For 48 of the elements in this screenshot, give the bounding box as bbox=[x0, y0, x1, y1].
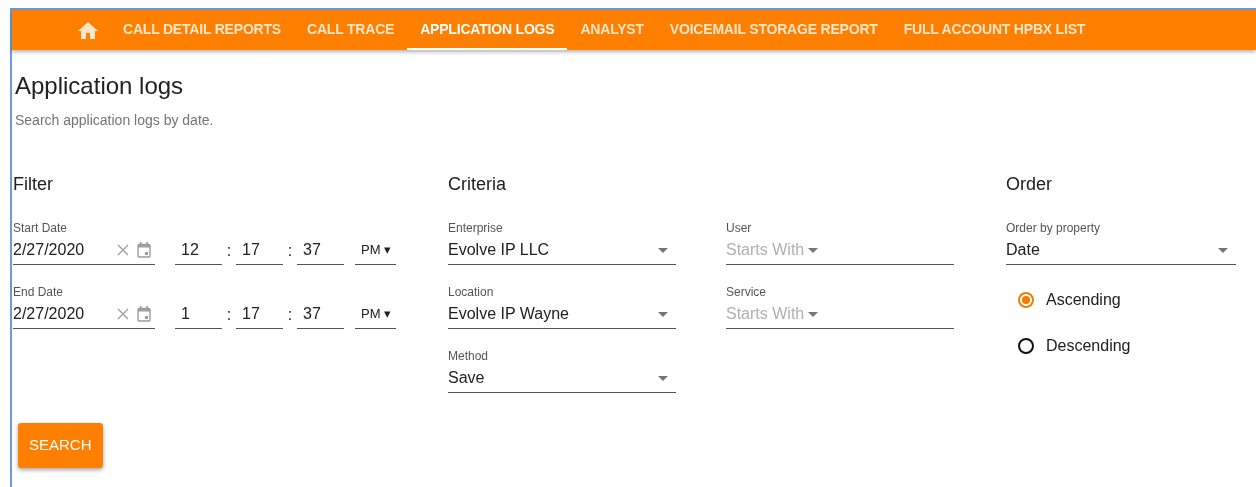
calendar-icon[interactable] bbox=[137, 306, 151, 322]
radio-label: Ascending bbox=[1046, 290, 1121, 310]
time-field[interactable]: 1 bbox=[175, 300, 222, 329]
field-label: Start Date bbox=[13, 221, 69, 236]
meridiem-select[interactable]: PM ▾ bbox=[355, 300, 396, 329]
search-field[interactable]: Starts With bbox=[726, 302, 808, 326]
dropdown-field[interactable]: Save bbox=[448, 364, 676, 393]
time-field[interactable]: 37 bbox=[297, 236, 344, 265]
dropdown-field[interactable]: Date bbox=[1006, 236, 1236, 265]
radio-label: Descending bbox=[1046, 336, 1131, 356]
dropdown-caret-icon[interactable] bbox=[658, 376, 668, 382]
dropdown-caret-icon[interactable] bbox=[658, 248, 668, 254]
section-heading: Filter bbox=[13, 173, 54, 193]
date-input[interactable]: 2/27/2020 bbox=[13, 236, 129, 265]
dropdown-field[interactable]: Evolve IP LLC bbox=[448, 236, 676, 265]
section-heading: Criteria bbox=[448, 173, 507, 193]
field-label: Location bbox=[448, 285, 495, 300]
time-separator: : bbox=[286, 304, 294, 325]
clear-icon[interactable] bbox=[117, 244, 129, 256]
calendar-icon[interactable] bbox=[137, 242, 151, 258]
date-input[interactable]: 2/27/2020 bbox=[13, 300, 129, 329]
radio-button[interactable] bbox=[1018, 292, 1034, 308]
field-label: Enterprise bbox=[448, 221, 504, 236]
field-label: Service bbox=[726, 285, 767, 300]
section-heading: Order bbox=[1006, 173, 1053, 193]
field-label: End Date bbox=[13, 285, 65, 300]
field-label: User bbox=[726, 221, 753, 236]
meridiem-select[interactable]: PM ▾ bbox=[355, 236, 396, 265]
time-field[interactable]: 12 bbox=[175, 236, 222, 265]
home-icon bbox=[78, 21, 98, 39]
time-field[interactable]: 17 bbox=[236, 300, 283, 329]
page-subtitle: Search application logs by date. bbox=[15, 111, 215, 130]
time-separator: : bbox=[225, 240, 233, 261]
field-label: Method bbox=[448, 349, 490, 364]
radio-button[interactable] bbox=[1018, 338, 1034, 354]
dropdown-caret-icon[interactable] bbox=[1218, 248, 1228, 254]
dropdown-caret-icon[interactable] bbox=[808, 312, 818, 318]
time-field[interactable]: 17 bbox=[236, 236, 283, 265]
search-field[interactable]: Starts With bbox=[726, 238, 808, 262]
time-field[interactable]: 37 bbox=[297, 300, 344, 329]
time-separator: : bbox=[286, 240, 294, 261]
dropdown-caret-icon[interactable] bbox=[808, 248, 818, 254]
page-title: Application logs bbox=[15, 71, 185, 101]
dropdown-caret-icon[interactable] bbox=[658, 312, 668, 318]
dropdown-field[interactable]: Evolve IP Wayne bbox=[448, 300, 676, 329]
field-label: Order by property bbox=[1006, 221, 1102, 236]
clear-icon[interactable] bbox=[117, 308, 129, 320]
time-separator: : bbox=[225, 304, 233, 325]
